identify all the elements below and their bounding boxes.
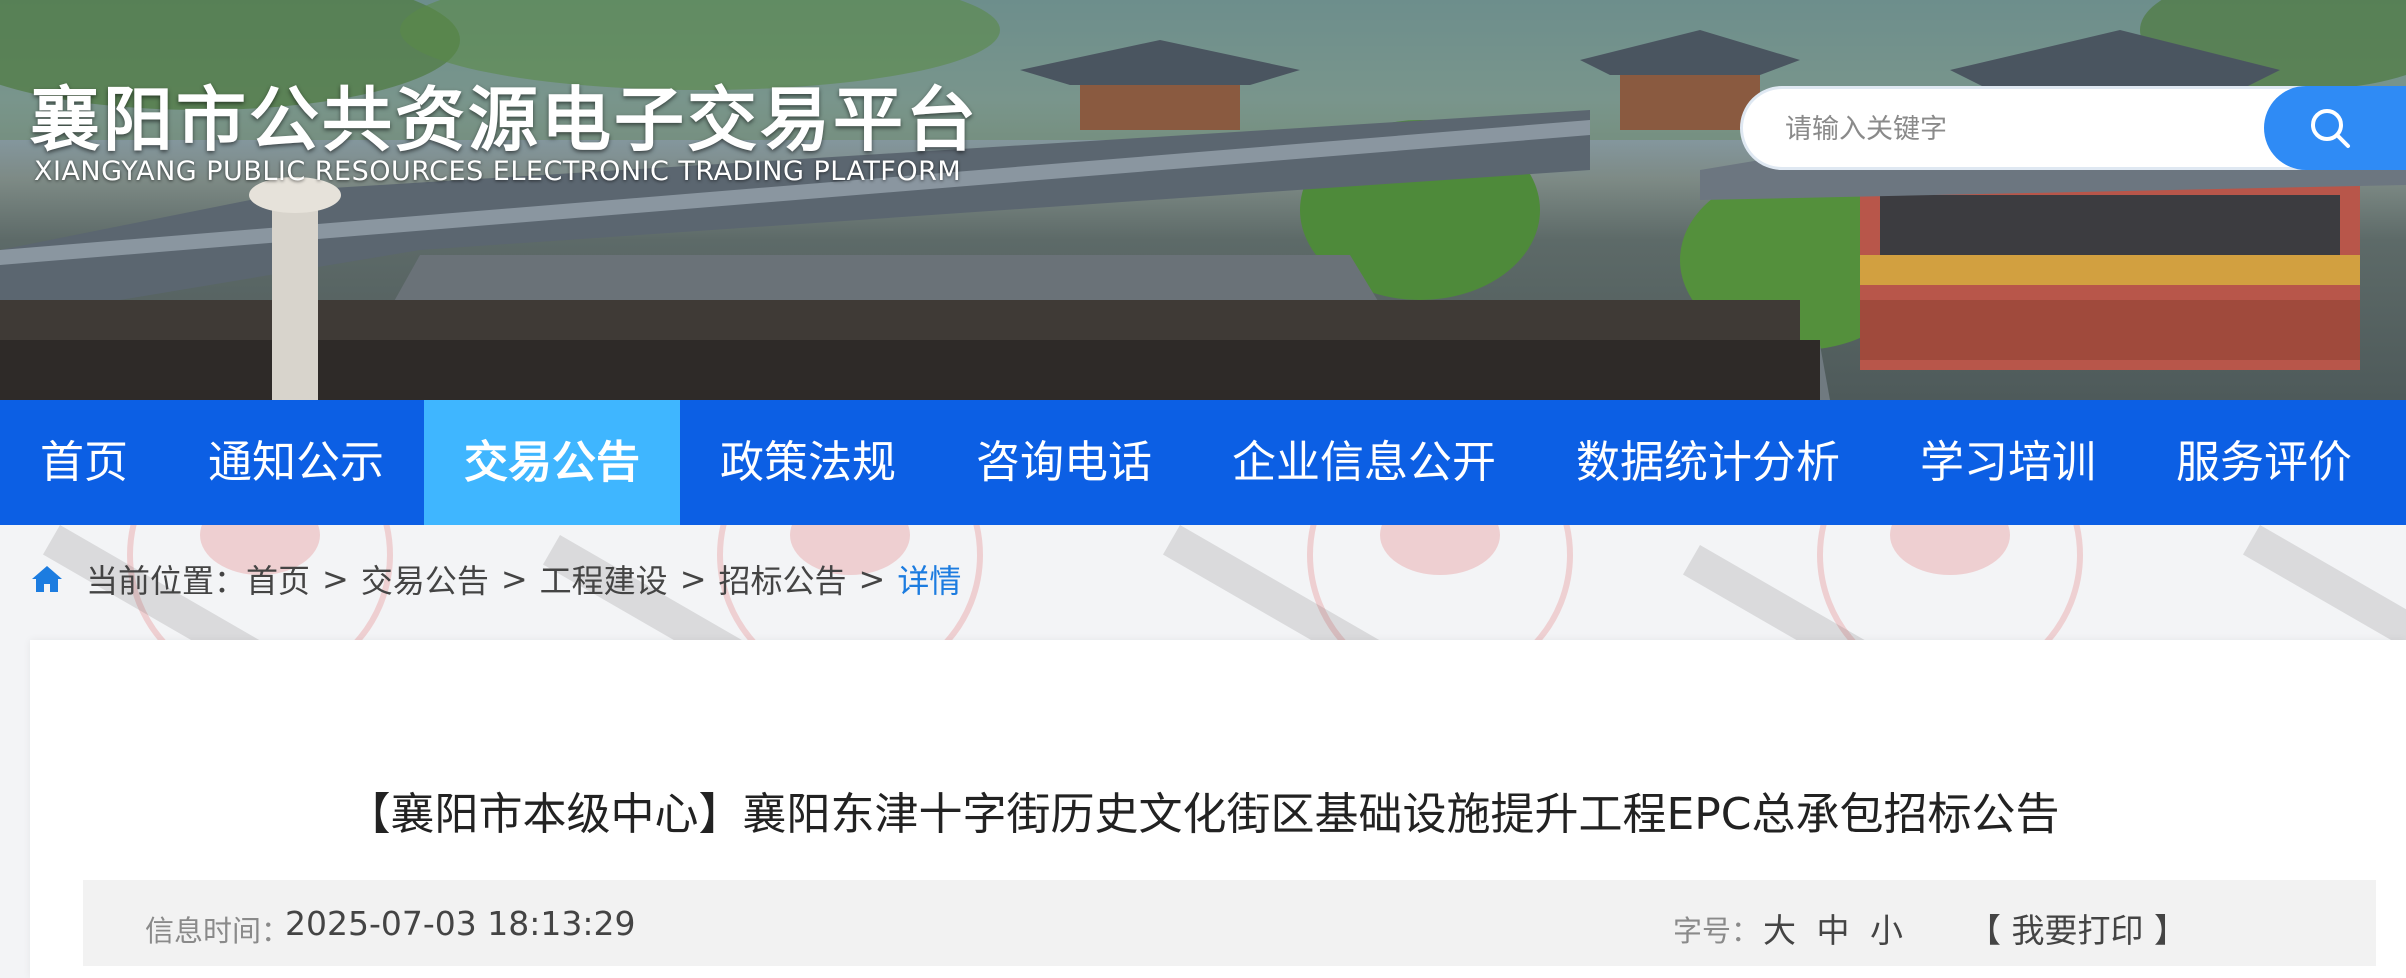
breadcrumb-engineering[interactable]: 工程建设 bbox=[540, 556, 668, 602]
print-button[interactable]: 【 我要打印 】 bbox=[1968, 904, 2187, 952]
breadcrumb-separator: > bbox=[322, 560, 349, 598]
search-icon bbox=[2311, 109, 2350, 148]
search-input[interactable] bbox=[1783, 89, 2247, 169]
breadcrumb: 当前位置： 首页 > 交易公告 > 工程建设 > 招标公告 > 详情 bbox=[30, 554, 961, 604]
article-title: 【襄阳市本级中心】襄阳东津十字街历史文化街区基础设施提升工程EPC总承包招标公告 bbox=[346, 789, 2060, 840]
breadcrumb-trading-announcements[interactable]: 交易公告 bbox=[361, 556, 489, 602]
nav-item-trading-announcements[interactable]: 交易公告 bbox=[424, 400, 680, 525]
nav-item-statistics[interactable]: 数据统计分析 bbox=[1536, 400, 1880, 525]
search-button[interactable] bbox=[2264, 86, 2406, 170]
font-size-large-button[interactable]: 大 bbox=[1763, 911, 1796, 950]
nav-item-service-evaluation[interactable]: 服务评价 bbox=[2136, 400, 2392, 525]
home-icon[interactable] bbox=[30, 564, 64, 594]
nav-item-hotline[interactable]: 咨询电话 bbox=[936, 400, 1192, 525]
breadcrumb-tender-announcements[interactable]: 招标公告 bbox=[719, 556, 847, 602]
font-size-options: 大 中 小 bbox=[1763, 904, 1913, 952]
banner-background-image bbox=[0, 0, 2406, 400]
info-time-value: 2025-07-03 18:13:29 bbox=[285, 904, 636, 943]
font-size-small-button[interactable]: 小 bbox=[1870, 911, 1903, 950]
site-title: 襄阳市公共资源电子交易平台 bbox=[30, 79, 979, 161]
nav-item-training[interactable]: 学习培训 bbox=[1880, 400, 2136, 525]
main-nav: 首页 通知公示 交易公告 政策法规 咨询电话 企业信息公开 数据统计分析 学习培… bbox=[0, 400, 2406, 525]
site-subtitle: XIANGYANG PUBLIC RESOURCES ELECTRONIC TR… bbox=[34, 156, 962, 187]
header-banner: 襄阳市公共资源电子交易平台 XIANGYANG PUBLIC RESOURCES… bbox=[0, 0, 2406, 400]
article-meta-bar: 信息时间： 2025-07-03 18:13:29 字号： 大 中 小 【 我要… bbox=[83, 880, 2376, 966]
nav-item-notices[interactable]: 通知公示 bbox=[168, 400, 424, 525]
info-time-label: 信息时间： bbox=[145, 914, 291, 948]
nav-item-home[interactable]: 首页 bbox=[0, 400, 168, 525]
breadcrumb-prefix: 当前位置： bbox=[86, 562, 247, 600]
breadcrumb-current-detail: 详情 bbox=[897, 562, 962, 600]
nav-item-enterprise-info[interactable]: 企业信息公开 bbox=[1192, 400, 1536, 525]
font-size-label: 字号： bbox=[1673, 914, 1761, 948]
breadcrumb-separator: > bbox=[858, 560, 886, 598]
nav-item-policies[interactable]: 政策法规 bbox=[680, 400, 936, 525]
font-size-medium-button[interactable]: 中 bbox=[1817, 911, 1850, 950]
breadcrumb-separator: > bbox=[679, 560, 707, 598]
breadcrumb-separator: > bbox=[500, 560, 528, 598]
breadcrumb-home[interactable]: 首页 bbox=[246, 556, 310, 602]
